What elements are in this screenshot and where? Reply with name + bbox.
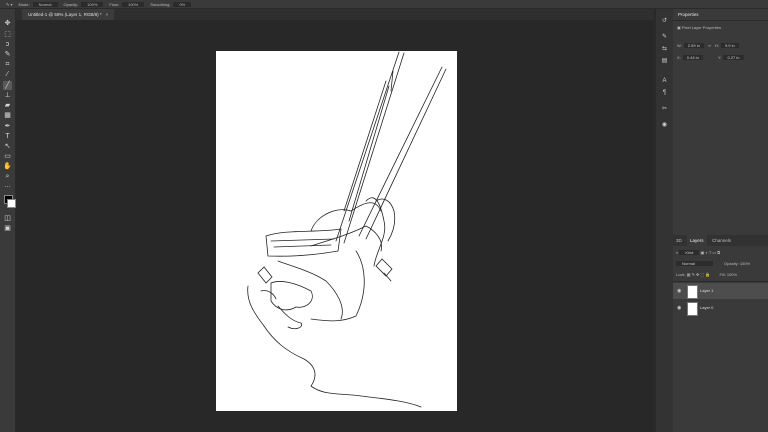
layer-row[interactable]: ◉ Layer 1 — [673, 283, 768, 299]
smoothing-field[interactable]: 0% — [173, 1, 192, 7]
rectangle-icon[interactable]: ▭ — [3, 152, 12, 161]
gradient-icon[interactable]: ▦ — [3, 111, 12, 120]
mode-label: Mode: — [18, 1, 30, 7]
right-panel: Properties ▣ Pixel Layer Properties W: 2.… — [673, 9, 768, 432]
visibility-eye-icon[interactable]: ◉ — [677, 288, 681, 294]
zoom-icon[interactable]: ⌕ — [3, 172, 12, 181]
fill-label: Fill: — [719, 272, 726, 277]
pixel-layer-icon: ▣ — [677, 25, 681, 30]
opacity-label: Opacity: — [63, 1, 79, 7]
eyedropper-icon[interactable]: ⁄ — [3, 70, 12, 79]
flow-label: Flow: — [109, 1, 119, 7]
document-canvas[interactable] — [216, 51, 457, 411]
close-tab-icon[interactable]: × — [106, 12, 109, 17]
filter-type-icons[interactable]: ▣ ◐ T ▭ ⧉ — [701, 250, 721, 255]
lock-label: Lock: — [676, 272, 686, 277]
effects-icon[interactable]: ◉ — [660, 121, 669, 129]
more-tools-icon[interactable]: … — [3, 181, 12, 190]
document-tab[interactable]: Untitled-1 @ 59% (Layer 1, RGB/8) * × — [22, 9, 115, 20]
y-label: Y: — [717, 55, 722, 60]
opacity-field[interactable]: 100% — [81, 1, 104, 7]
pixel-layer-label: Pixel Layer Properties — [681, 25, 722, 30]
crop-icon[interactable]: ⌗ — [3, 60, 12, 69]
brush-preset-icon[interactable]: ✎ ▾ — [6, 2, 12, 7]
layer-row[interactable]: ◉ Layer 0 — [673, 300, 768, 316]
layer-name: Layer 1 — [700, 288, 714, 293]
paragraph-icon[interactable]: ¶ — [660, 89, 669, 97]
marquee-icon[interactable]: ⬚ — [3, 30, 12, 39]
pixel-layer-properties: ▣ Pixel Layer Properties — [677, 25, 721, 30]
height-label: H: — [714, 43, 719, 48]
character-icon[interactable]: A — [660, 77, 669, 85]
mode-select[interactable]: Normal — [32, 1, 58, 7]
options-bar: ✎ ▾ Mode: Normal Opacity: 100% Flow: 100… — [0, 0, 768, 9]
width-field[interactable]: 2.59 in — [683, 43, 704, 48]
tab-layers[interactable]: Layers — [687, 235, 707, 246]
x-label: X: — [677, 55, 681, 60]
x-field[interactable]: 0.44 in — [682, 55, 703, 60]
fill-field[interactable]: 100% — [727, 272, 737, 277]
lock-icons[interactable]: ▦ ✎ ✥ ⬚ 🔒 — [687, 272, 711, 277]
eraser-icon[interactable]: ▰ — [3, 101, 12, 110]
layer-opacity-label: Opacity: — [724, 261, 739, 266]
quick-select-icon[interactable]: ✎ — [3, 50, 12, 59]
properties-tab[interactable]: Properties — [675, 9, 702, 20]
lasso-icon[interactable]: ↄ — [3, 40, 12, 49]
screen-mode-icon[interactable]: ▣ — [3, 224, 12, 233]
move-icon[interactable]: ✥ — [3, 19, 12, 28]
blend-mode-select[interactable]: Normal — [676, 261, 713, 266]
tab-channels[interactable]: Channels — [709, 235, 734, 246]
quick-mask-icon[interactable]: ◫ — [3, 214, 12, 223]
toolbar: ✥ ⬚ ↄ ✎ ⌗ ⁄ ╱ ⊥ ▰ ▦ ✒ T ↖ ▭ ✋ ⌕ … ◫ ▣ — [0, 9, 16, 432]
stamp-icon[interactable]: ⊥ — [3, 91, 12, 100]
document-tab-title: Untitled-1 @ 59% (Layer 1, RGB/8) * — [28, 12, 102, 17]
width-label: W: — [677, 43, 682, 48]
layer-thumbnail — [687, 285, 698, 299]
document-tab-bar: Untitled-1 @ 59% (Layer 1, RGB/8) * × — [16, 9, 654, 20]
type-icon[interactable]: T — [3, 132, 12, 141]
sketch-drawing — [247, 51, 447, 408]
height-field[interactable]: 9.9 in — [720, 43, 739, 48]
pen-icon[interactable]: ✒ — [3, 122, 12, 131]
layer-opacity-field[interactable]: 100% — [740, 261, 750, 266]
history-icon[interactable]: ↺ — [660, 17, 669, 25]
background-color-swatch[interactable] — [7, 199, 16, 208]
layers-panel-tabs: 3D Layers Channels — [673, 235, 768, 246]
hand-icon[interactable]: ✋ — [3, 162, 12, 171]
link-icon[interactable]: ∞ — [708, 43, 711, 48]
libraries-icon[interactable]: ▤ — [660, 57, 669, 65]
kind-filter-select[interactable]: Kind — [679, 250, 700, 255]
filter-icon: ⌕ — [676, 250, 679, 255]
path-select-icon[interactable]: ↖ — [3, 142, 12, 151]
panel-icon-strip: ↺ ✎ ⇆ ▤ A ¶ ✂ ◉ — [655, 9, 674, 432]
visibility-eye-icon[interactable]: ◉ — [677, 305, 681, 311]
y-field[interactable]: 0.27 in — [723, 55, 744, 60]
smoothing-label: Smoothing: — [150, 1, 171, 7]
brush-settings-icon[interactable]: ✎ — [660, 33, 669, 41]
brush-icon[interactable]: ╱ — [3, 81, 12, 90]
layer-name: Layer 0 — [700, 305, 714, 310]
flow-field[interactable]: 100% — [121, 1, 145, 7]
tab-3d[interactable]: 3D — [673, 235, 685, 246]
layer-thumbnail — [687, 302, 698, 316]
adjustments-icon[interactable]: ⇆ — [660, 45, 669, 53]
tools-icon[interactable]: ✂ — [660, 105, 669, 113]
